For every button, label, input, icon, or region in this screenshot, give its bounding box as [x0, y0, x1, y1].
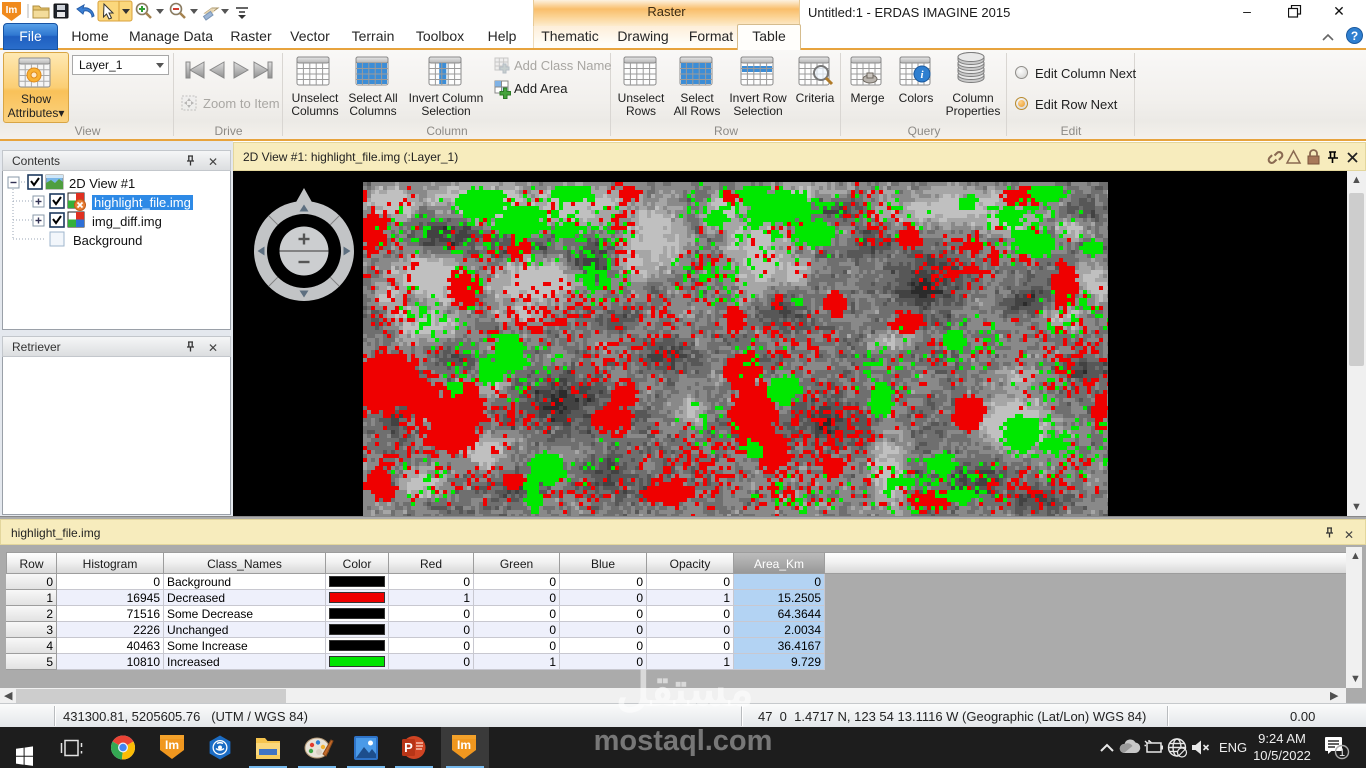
svg-text:1: 1 — [1339, 747, 1345, 759]
svg-text:?: ? — [1351, 29, 1358, 43]
svg-text:Im: Im — [6, 5, 18, 16]
